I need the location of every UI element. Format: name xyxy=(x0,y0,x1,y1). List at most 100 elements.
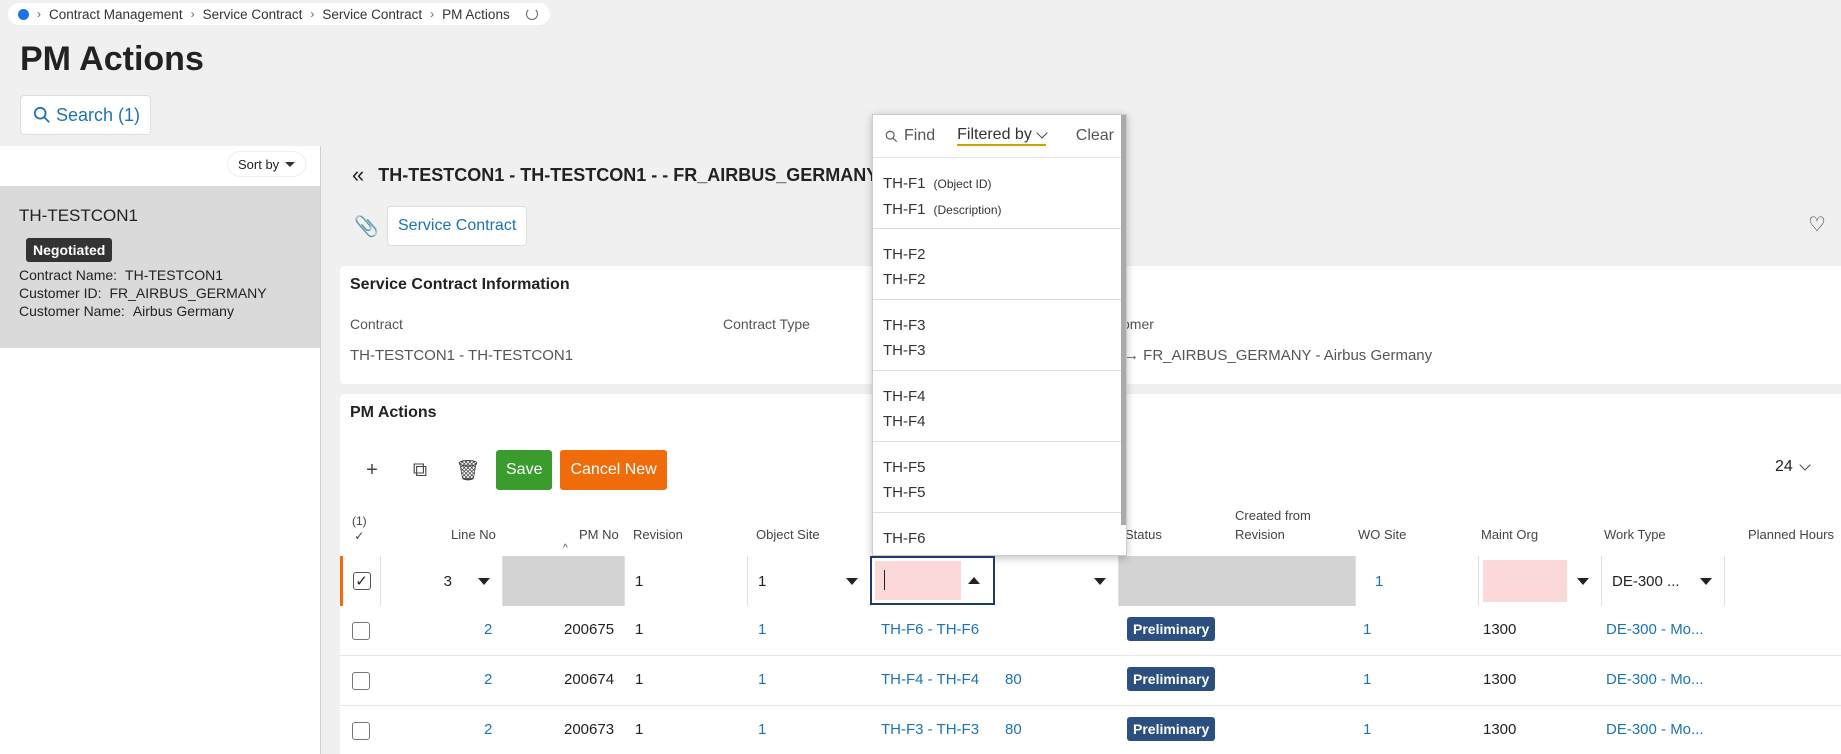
caret-up-icon[interactable] xyxy=(968,577,980,584)
col-maint-org[interactable]: Maint Org xyxy=(1481,525,1538,544)
paperclip-icon[interactable]: 📎 xyxy=(354,214,379,239)
home-icon[interactable] xyxy=(18,8,29,20)
scrollbar[interactable] xyxy=(1121,115,1126,525)
col-revision[interactable]: Revision xyxy=(633,525,683,544)
col-object-site[interactable]: Object Site xyxy=(756,525,820,544)
object-id-input[interactable] xyxy=(870,556,995,605)
row-work-type[interactable]: DE-300 - Mo... xyxy=(1606,621,1704,638)
col-planned-hours[interactable]: Planned Hours xyxy=(1748,525,1834,544)
revision-input[interactable]: 1 xyxy=(625,556,748,606)
row-revision: 1 xyxy=(635,621,644,638)
row-object-site[interactable]: 1 xyxy=(758,671,766,688)
lookup-option[interactable]: TH-F3 TH-F3 xyxy=(873,300,1126,371)
status-cell xyxy=(1119,556,1356,606)
row-pm-no: 200675 xyxy=(564,621,615,638)
row-work-type[interactable]: DE-300 - Mo... xyxy=(1606,721,1704,738)
caret-down-icon xyxy=(285,161,296,167)
search-icon xyxy=(885,130,898,142)
row-line-no[interactable]: 2 xyxy=(484,621,492,638)
maint-org-input[interactable] xyxy=(1483,560,1567,602)
filtered-by-button[interactable]: Filtered by xyxy=(957,126,1048,146)
row-line-no[interactable]: 2 xyxy=(484,671,492,688)
add-icon[interactable]: + xyxy=(352,450,392,490)
grid-title: PM Actions xyxy=(350,404,437,421)
grid-toolbar: + ⧉ 🗑 Save Cancel New xyxy=(352,450,667,490)
col-work-type[interactable]: Work Type xyxy=(1604,525,1666,544)
row-object[interactable]: TH-F3 - TH-F3 xyxy=(881,721,979,738)
chevron-down-icon xyxy=(1036,127,1048,139)
refresh-icon[interactable] xyxy=(525,8,538,20)
chevron-right-icon: › xyxy=(430,7,435,21)
lookup-option[interactable]: TH-F2 TH-F2 xyxy=(873,229,1126,300)
caret-down-icon xyxy=(1577,578,1589,585)
edit-row-checkbox[interactable]: ✓ xyxy=(352,572,371,590)
row-wo-site[interactable]: 1 xyxy=(1363,621,1371,638)
row-object[interactable]: TH-F6 - TH-F6 xyxy=(881,621,979,638)
favorite-heart-icon[interactable]: ♡ xyxy=(1808,212,1826,237)
table-row[interactable]: 2 200675 1 1 TH-F6 - TH-F6 Preliminary 1… xyxy=(340,606,1841,656)
text-cursor xyxy=(884,570,885,590)
breadcrumb-service-contract[interactable]: Service Contract xyxy=(203,7,303,22)
row-work-type[interactable]: DE-300 - Mo... xyxy=(1606,671,1704,688)
card-customer-id: Customer ID: FR_AIRBUS_GERMANY xyxy=(19,285,267,301)
extra-select[interactable] xyxy=(996,556,1119,606)
work-type-select[interactable]: DE-300 ... xyxy=(1602,556,1725,606)
wo-site-link[interactable]: 1 xyxy=(1356,556,1479,606)
lookup-option[interactable]: TH-F5 TH-F5 xyxy=(873,442,1126,513)
collapse-left-icon[interactable]: « xyxy=(352,162,364,188)
save-button[interactable]: Save xyxy=(496,450,553,490)
breadcrumb-pm-actions: PM Actions xyxy=(442,6,510,22)
col-pm-no[interactable]: PM No xyxy=(579,525,619,544)
col-created-from-revision[interactable]: Created from Revision xyxy=(1235,506,1311,544)
lookup-option[interactable]: TH-F6 xyxy=(873,513,1126,555)
breadcrumb-contract-management[interactable]: Contract Management xyxy=(49,7,183,22)
table-row[interactable]: 2 200673 1 1 TH-F3 - TH-F3 80 Preliminar… xyxy=(340,706,1841,754)
row-checkbox[interactable] xyxy=(352,622,370,640)
row-wo-site[interactable]: 1 xyxy=(1363,721,1371,738)
caret-down-icon xyxy=(1700,578,1712,585)
row-revision: 1 xyxy=(635,671,644,688)
clear-button[interactable]: Clear xyxy=(1076,127,1114,145)
row-checkbox[interactable] xyxy=(352,672,370,690)
row-maint-org: 1300 xyxy=(1483,721,1517,738)
col-wo-site[interactable]: WO Site xyxy=(1358,525,1406,544)
service-contract-button[interactable]: Service Contract xyxy=(387,206,528,246)
table-row[interactable]: 2 200674 1 1 TH-F4 - TH-F4 80 Preliminar… xyxy=(340,656,1841,706)
col-line-no[interactable]: Line No xyxy=(451,525,496,544)
panel-title: Service Contract Information xyxy=(350,276,570,293)
delete-icon[interactable]: 🗑 xyxy=(448,450,488,490)
row-object-site[interactable]: 1 xyxy=(758,621,766,638)
line-no-select[interactable]: 3 xyxy=(381,556,503,606)
record-card[interactable]: TH-TESTCON1 Negotiated Contract Name: TH-… xyxy=(0,186,320,348)
breadcrumb-service-contract-2[interactable]: Service Contract xyxy=(322,7,422,22)
search-button[interactable]: Search (1) xyxy=(20,95,152,135)
row-extra[interactable]: 80 xyxy=(1005,721,1022,738)
maint-org-select[interactable] xyxy=(1479,556,1602,606)
row-checkbox[interactable] xyxy=(352,722,370,740)
lookup-option[interactable]: TH-F4 TH-F4 xyxy=(873,371,1126,442)
customer-link[interactable]: → FR_AIRBUS_GERMANY - Airbus Germany xyxy=(1124,347,1432,364)
cancel-new-button[interactable]: Cancel New xyxy=(560,450,667,490)
row-line-no[interactable]: 2 xyxy=(484,721,492,738)
status-badge: Preliminary xyxy=(1127,717,1216,741)
breadcrumb: › Contract Management › Service Contract… xyxy=(8,3,550,25)
search-icon xyxy=(33,106,50,123)
page-size-selector[interactable]: 24 xyxy=(1775,458,1811,476)
selected-count[interactable]: (1) ✓ xyxy=(352,514,367,544)
find-button[interactable]: Find xyxy=(885,127,935,145)
row-object-site[interactable]: 1 xyxy=(758,721,766,738)
duplicate-icon[interactable]: ⧉ xyxy=(400,450,440,490)
col-status[interactable]: Status xyxy=(1125,525,1162,544)
object-id-input-field[interactable] xyxy=(875,561,961,600)
pm-no-cell xyxy=(503,556,625,606)
row-extra[interactable]: 80 xyxy=(1005,671,1022,688)
record-header: « TH-TESTCON1 - TH-TESTCON1 - - FR_AIRBU… xyxy=(352,162,913,188)
chevron-down-icon xyxy=(1799,459,1811,471)
sort-by-button[interactable]: Sort by xyxy=(228,152,306,176)
row-wo-site[interactable]: 1 xyxy=(1363,671,1371,688)
page-size-value: 24 xyxy=(1775,458,1793,475)
lookup-header: Find Filtered by Clear xyxy=(873,115,1126,158)
row-object[interactable]: TH-F4 - TH-F4 xyxy=(881,671,979,688)
lookup-option[interactable]: TH-F1 (Object ID) TH-F1 (Description) xyxy=(873,158,1126,229)
object-site-select[interactable]: 1 xyxy=(748,556,871,606)
